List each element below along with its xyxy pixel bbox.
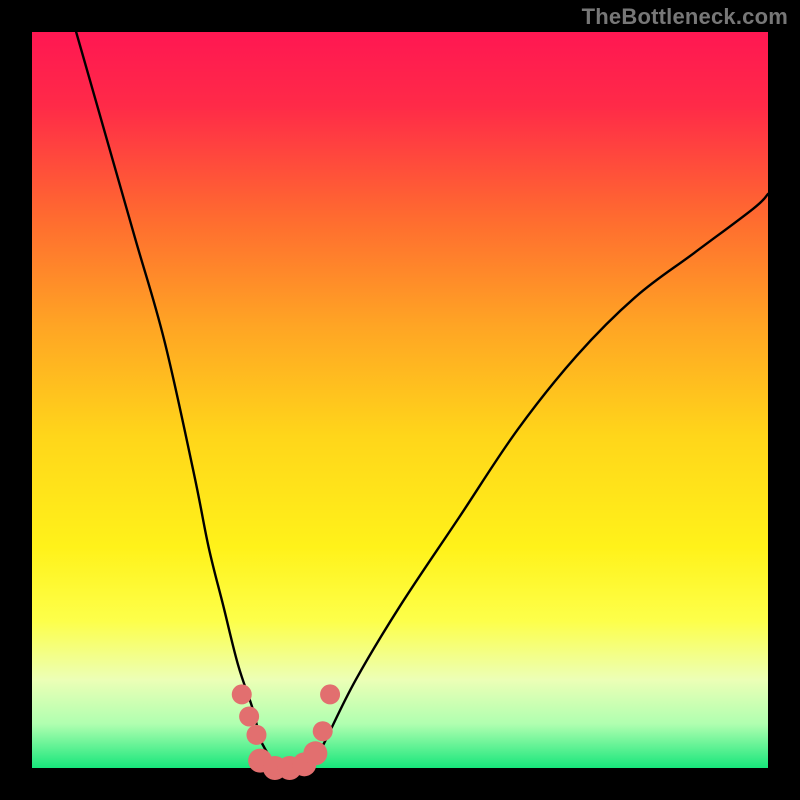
marker-dot <box>246 725 266 745</box>
marker-dot <box>303 741 327 765</box>
marker-dot <box>320 684 340 704</box>
marker-dot <box>239 706 259 726</box>
marker-dot <box>313 721 333 741</box>
marker-dot <box>232 684 252 704</box>
chart-frame: TheBottleneck.com <box>0 0 800 800</box>
bottleneck-chart <box>0 0 800 800</box>
watermark-text: TheBottleneck.com <box>582 4 788 30</box>
plot-background <box>32 32 768 768</box>
